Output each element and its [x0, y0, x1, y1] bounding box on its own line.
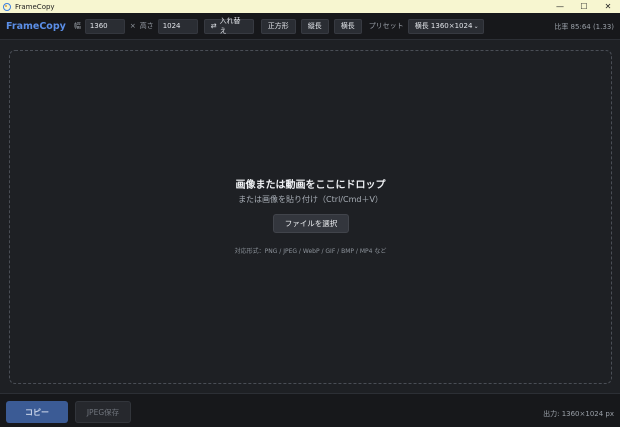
bottom-bar: コピー JPEG保存 出力: 1360×1024 px: [0, 393, 620, 427]
aspect-ratio-readout: 比率 85:64 (1.33): [554, 23, 614, 31]
maximize-icon[interactable]: ☐: [572, 0, 596, 13]
swap-label: 入れ替え: [219, 17, 241, 35]
times-sign: ×: [129, 22, 136, 30]
copy-button[interactable]: コピー: [6, 401, 68, 423]
width-input[interactable]: [84, 18, 125, 34]
height-input[interactable]: [157, 18, 198, 34]
width-label: 幅: [73, 22, 81, 30]
window-titlebar: FrameCopy — ☐ ✕: [0, 0, 620, 13]
preset-value: 横長 1360×1024: [414, 22, 473, 30]
square-button[interactable]: 正方形: [260, 18, 296, 34]
window-title: FrameCopy: [15, 2, 55, 11]
swap-icon: ⇄: [210, 22, 217, 30]
jpeg-save-button[interactable]: JPEG保存: [75, 401, 131, 423]
height-label: 高さ: [139, 22, 154, 30]
portrait-button[interactable]: 縦長: [300, 18, 329, 34]
window-controls: — ☐ ✕: [548, 0, 620, 13]
close-icon[interactable]: ✕: [596, 0, 620, 13]
minimize-icon[interactable]: —: [548, 0, 572, 13]
output-size: 出力: 1360×1024 px: [543, 410, 614, 418]
preset-label: プリセット: [368, 22, 404, 30]
drop-subtitle: または画像を貼り付け（Ctrl/Cmd＋V）: [238, 195, 383, 204]
drop-title: 画像または動画をここにドロップ: [235, 180, 386, 191]
chevron-down-icon: ⌄: [473, 22, 479, 30]
drop-zone[interactable]: 画像または動画をここにドロップ または画像を貼り付け（Ctrl/Cmd＋V） フ…: [9, 50, 612, 384]
app-icon: [3, 2, 11, 11]
choose-file-button[interactable]: ファイルを選択: [273, 214, 349, 233]
toolbar: FrameCopy 幅 × 高さ ⇄ 入れ替え 正方形 縦長 横長 プリセット …: [0, 13, 620, 40]
swap-button[interactable]: ⇄ 入れ替え: [203, 17, 254, 35]
supported-formats: 対応形式：PNG / JPEG / WebP / GIF / BMP / MP4…: [234, 248, 387, 255]
landscape-button[interactable]: 横長: [333, 18, 362, 34]
brand-logo: FrameCopy: [6, 20, 66, 32]
preset-select[interactable]: 横長 1360×1024 ⌄: [407, 18, 484, 34]
